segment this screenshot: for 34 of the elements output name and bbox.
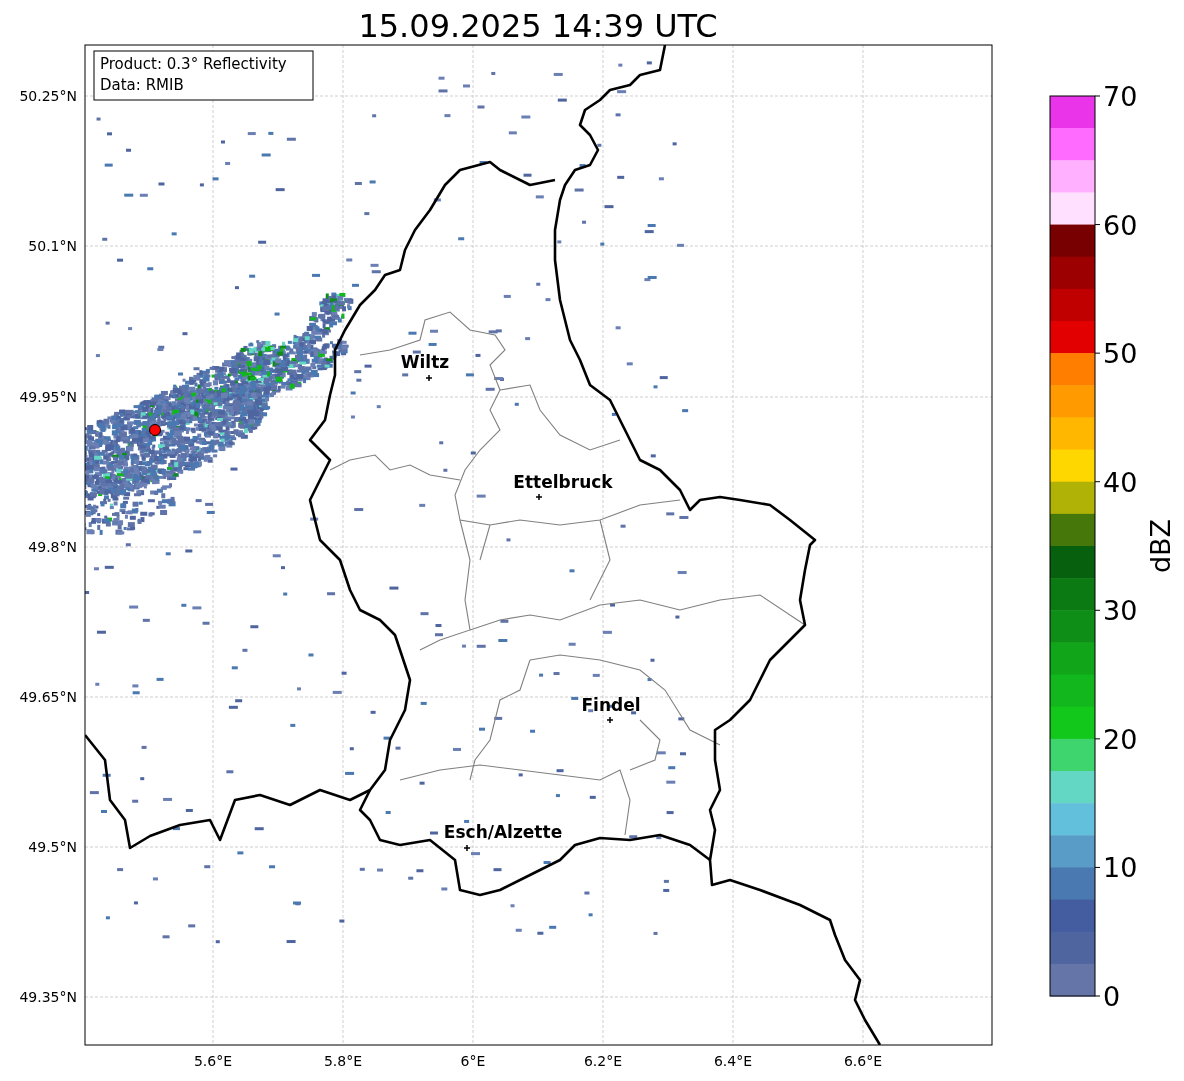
city-label: Findel <box>581 695 641 715</box>
colorbar-tick-label: 10 <box>1103 852 1138 884</box>
colorbar-tick-label: 50 <box>1103 338 1138 370</box>
longitude-label: 5.6°E <box>193 1053 233 1069</box>
city-label: Esch/Alzette <box>443 822 563 842</box>
latitude-label: 49.65°N <box>19 689 77 705</box>
longitude-label: 6.4°E <box>713 1053 753 1069</box>
legend-text: Product: 0.3° Reflectivity <box>100 55 287 73</box>
latitude-label: 49.5°N <box>28 839 77 855</box>
longitude-label: 6°E <box>460 1053 486 1069</box>
longitude-label: 6.6°E <box>843 1053 883 1069</box>
colorbar-tick-label: 30 <box>1103 595 1138 627</box>
colorbar-tick-label: 20 <box>1103 723 1138 755</box>
latitude-label: 50.1°N <box>28 238 77 254</box>
longitude-label: 6.2°E <box>583 1053 623 1069</box>
colorbar-tick-label: 70 <box>1103 81 1138 112</box>
latitude-label: 49.8°N <box>28 539 77 555</box>
city-marker-icon <box>463 844 471 852</box>
longitude-label: 5.8°E <box>323 1053 363 1069</box>
radar-site-icon <box>149 424 161 436</box>
colorbar-tick-label: 40 <box>1103 466 1138 498</box>
city-label: Ettelbruck <box>513 472 613 492</box>
colorbar-label: dBZ <box>1145 518 1176 574</box>
figure-title: 15.09.2025 14:39 UTC <box>358 7 718 45</box>
city-marker-icon <box>606 716 614 724</box>
legend-text: Data: RMIB <box>100 76 184 94</box>
colorbar-tick-label: 60 <box>1103 209 1138 241</box>
city-marker-icon <box>535 493 543 501</box>
colorbar-tick-label: 0 <box>1103 981 1121 1012</box>
city-label: Wiltz <box>400 352 450 372</box>
latitude-label: 49.95°N <box>19 389 77 405</box>
city-marker-icon <box>425 374 433 382</box>
latitude-label: 50.25°N <box>19 88 77 104</box>
latitude-label: 49.35°N <box>19 989 77 1005</box>
